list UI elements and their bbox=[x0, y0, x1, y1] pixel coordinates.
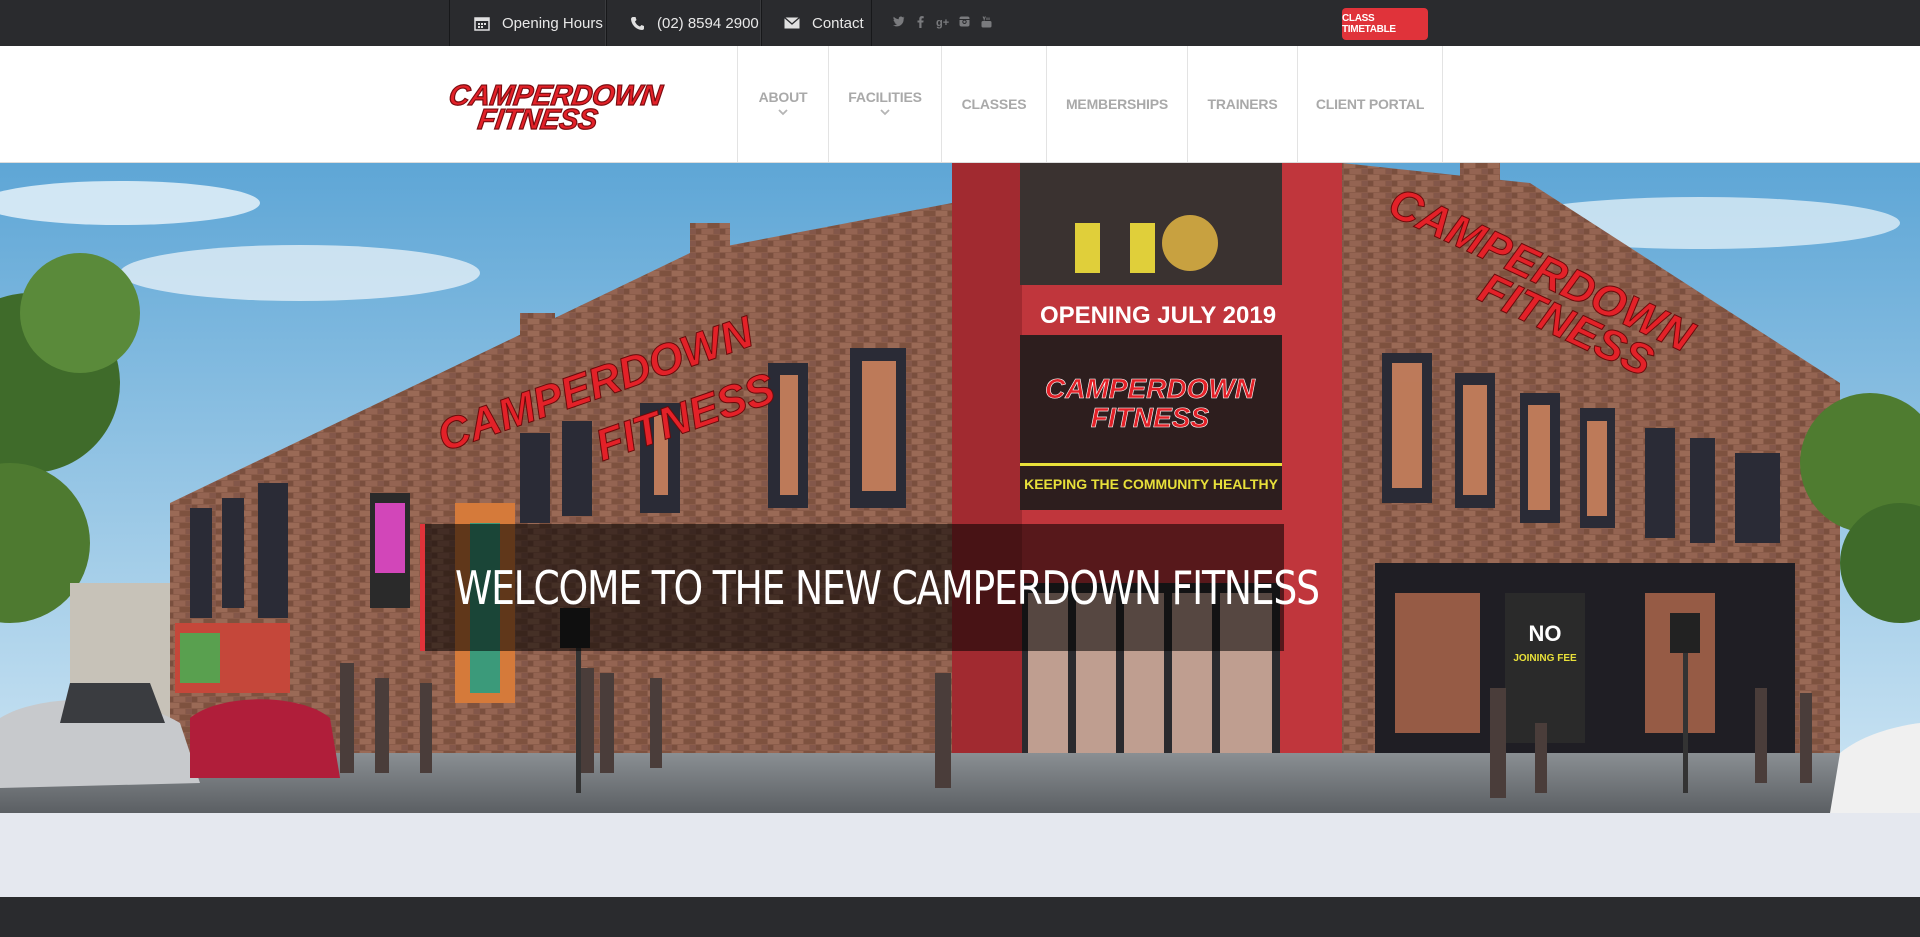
youtube-icon[interactable] bbox=[980, 15, 993, 31]
main-nav: ABOUT FACILITIES CLASSES MEMBERSHIPS TRA… bbox=[737, 46, 1443, 162]
site-header: CAMPERDOWN FITNESS ABOUT FACILITIES CLAS… bbox=[0, 46, 1920, 163]
chevron-down-icon bbox=[778, 109, 788, 119]
no-joining-fee-2: JOINING FEE bbox=[1513, 653, 1577, 664]
nav-item-about[interactable]: ABOUT bbox=[737, 46, 828, 162]
footer-strip bbox=[0, 897, 1920, 937]
nav-label-trainers: TRAINERS bbox=[1207, 96, 1278, 112]
phone-icon bbox=[627, 13, 647, 33]
hero-image: CAMPERDOWN FITNESS OPENING JULY 2019 CAM… bbox=[0, 163, 1920, 813]
contact-link[interactable]: Contact bbox=[761, 0, 872, 46]
class-timetable-button[interactable]: CLASS TIMETABLE bbox=[1342, 8, 1428, 40]
hero-banner: CAMPERDOWN FITNESS OPENING JULY 2019 CAM… bbox=[0, 163, 1920, 813]
phone-number: (02) 8594 2900 bbox=[657, 14, 759, 32]
top-bar: Opening Hours (02) 8594 2900 Contact g+ … bbox=[0, 0, 1920, 46]
opening-banner: OPENING JULY 2019 bbox=[1040, 302, 1276, 329]
facebook-icon[interactable] bbox=[914, 15, 927, 31]
twitter-icon[interactable] bbox=[892, 16, 905, 30]
opening-hours-label: Opening Hours bbox=[502, 14, 603, 32]
nav-label-facilities: FACILITIES bbox=[848, 89, 922, 105]
poster-line2: FITNESS bbox=[1091, 402, 1210, 433]
calendar-icon bbox=[472, 13, 492, 33]
social-links: g+ bbox=[892, 0, 993, 46]
opening-hours-link[interactable]: Opening Hours bbox=[449, 0, 606, 46]
nav-label-client-portal: CLIENT PORTAL bbox=[1315, 96, 1425, 112]
nav-item-facilities[interactable]: FACILITIES bbox=[828, 46, 941, 162]
poster-tagline: KEEPING THE COMMUNITY HEALTHY bbox=[1024, 476, 1278, 492]
welcome-heading: WELCOME TO THE NEW CAMPERDOWN FITNESS bbox=[455, 560, 1320, 615]
nav-item-memberships[interactable]: MEMBERSHIPS bbox=[1046, 46, 1187, 162]
contact-label: Contact bbox=[812, 14, 864, 32]
no-joining-fee-1: NO bbox=[1529, 621, 1562, 646]
site-logo[interactable]: CAMPERDOWN FITNESS bbox=[446, 79, 691, 136]
poster-line1: CAMPERDOWN bbox=[1045, 373, 1256, 404]
nav-label-memberships: MEMBERSHIPS bbox=[1065, 96, 1169, 112]
nav-item-classes[interactable]: CLASSES bbox=[941, 46, 1046, 162]
welcome-caption: WELCOME TO THE NEW CAMPERDOWN FITNESS bbox=[420, 524, 1320, 651]
phone-link[interactable]: (02) 8594 2900 bbox=[606, 0, 761, 46]
google-plus-icon[interactable]: g+ bbox=[936, 17, 949, 29]
content-area bbox=[0, 813, 1920, 897]
logo-line2: FITNESS bbox=[475, 103, 600, 136]
nav-item-client-portal[interactable]: CLIENT PORTAL bbox=[1297, 46, 1443, 162]
nav-label-about: ABOUT bbox=[758, 89, 808, 105]
envelope-icon bbox=[782, 13, 802, 33]
chevron-down-icon bbox=[880, 109, 890, 119]
nav-label-classes: CLASSES bbox=[961, 96, 1027, 112]
nav-item-trainers[interactable]: TRAINERS bbox=[1187, 46, 1297, 162]
instagram-icon[interactable] bbox=[958, 16, 971, 30]
